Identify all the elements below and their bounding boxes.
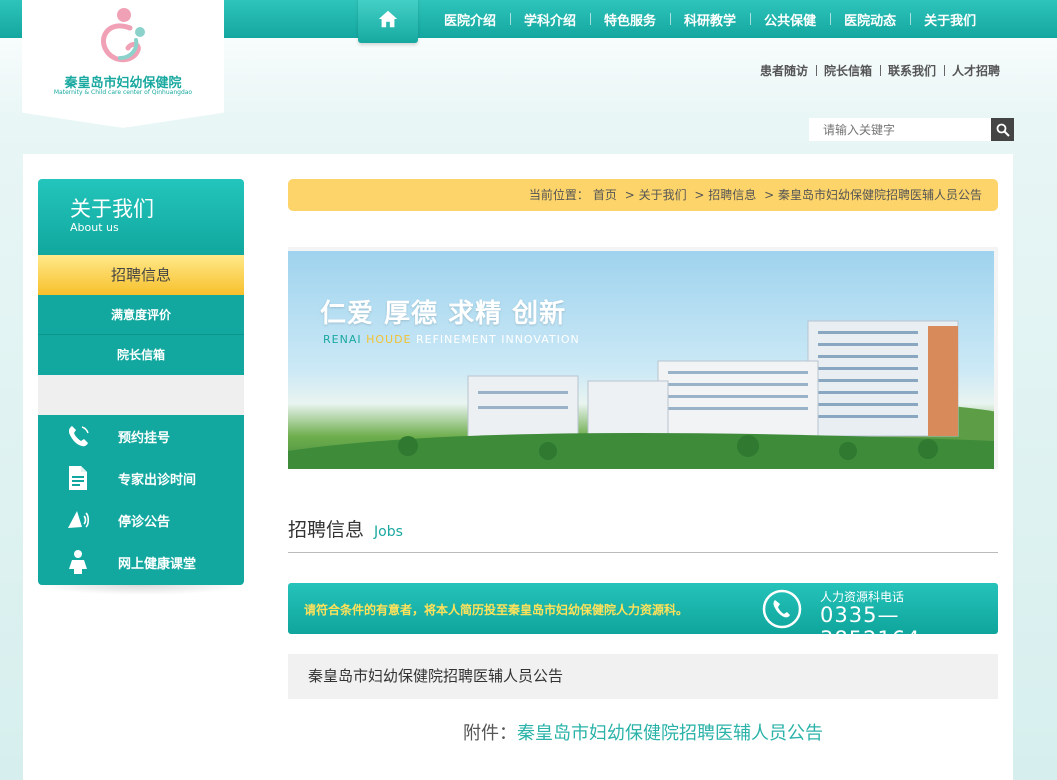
quick-link-expert-schedule[interactable]: 专家出诊时间: [38, 457, 244, 499]
sidebar-header: 关于我们 About us: [38, 179, 244, 255]
banner-image: 仁爱 厚德 求精 创新 RENAI HOUDE REFINEMENT INNOV…: [288, 251, 994, 469]
search-box: [809, 118, 1014, 141]
banner: 仁爱 厚德 求精 创新 RENAI HOUDE REFINEMENT INNOV…: [288, 247, 998, 469]
breadcrumb-prefix: 当前位置：: [528, 188, 589, 202]
quick-link-appointment[interactable]: 预约挂号: [38, 415, 244, 457]
nav-item-departments[interactable]: 学科介绍: [510, 10, 590, 29]
document-icon: [38, 465, 118, 491]
search-input[interactable]: [809, 118, 991, 141]
person-icon: [38, 549, 118, 575]
section-title: 招聘信息 Jobs: [288, 515, 998, 553]
search-button[interactable]: [991, 118, 1014, 141]
phone-icon: [38, 423, 118, 449]
breadcrumb: 当前位置： 首页 > 关于我们 > 招聘信息 > 秦皇岛市妇幼保健院招聘医辅人员公…: [288, 179, 998, 211]
sidebar-divider: [38, 375, 244, 415]
section-title-en: Jobs: [374, 524, 403, 540]
sidebar-item-satisfaction[interactable]: 满意度评价: [38, 295, 244, 335]
attachment-label: 附件：: [463, 723, 517, 744]
hospital-building-illustration: [288, 320, 994, 469]
banner-subtitle: RENAI HOUDE REFINEMENT INNOVATION: [323, 333, 580, 346]
recruitment-notice: 请符合条件的有意者，将本人简历投至秦皇岛市妇幼保健院人力资源科。 人力资源科电话…: [288, 583, 998, 651]
article-title: 秦皇岛市妇幼保健院招聘医辅人员公告: [288, 654, 998, 699]
banner-sub-word: INNOVATION: [501, 333, 580, 346]
breadcrumb-about[interactable]: > 关于我们: [625, 188, 687, 202]
nav-item-services[interactable]: 特色服务: [590, 10, 670, 29]
phone-number: 0335—3852164: [820, 603, 921, 651]
home-button[interactable]: [358, 0, 418, 43]
breadcrumb-current: > 秦皇岛市妇幼保健院招聘医辅人员公告: [764, 188, 982, 202]
nav-item-about[interactable]: 关于我们: [910, 10, 990, 29]
logo-mark-icon: [101, 8, 145, 63]
nav-item-news[interactable]: 医院动态: [830, 10, 910, 29]
breadcrumb-home[interactable]: 首页: [593, 188, 617, 202]
main-nav: 医院介绍 学科介绍 特色服务 科研教学 公共保健 医院动态 关于我们: [358, 0, 990, 43]
megaphone-icon: [38, 507, 118, 533]
nav-item-public-health[interactable]: 公共保健: [750, 10, 830, 29]
sidebar-item-director-mailbox[interactable]: 院长信箱: [38, 335, 244, 375]
banner-title: 仁爱 厚德 求精 创新: [320, 299, 567, 329]
quick-link-label: 网上健康课堂: [118, 556, 197, 572]
section-title-cn: 招聘信息: [288, 519, 365, 541]
link-patient-followup[interactable]: 患者随访: [752, 62, 816, 79]
sidebar-item-recruitment[interactable]: 招聘信息: [38, 255, 244, 295]
logo-text-en: Maternity & Child care center of Qinhuan…: [53, 89, 193, 96]
sidebar-subtitle: About us: [70, 221, 119, 234]
secondary-links: 患者随访 院长信箱 联系我们 人才招聘: [752, 62, 1008, 79]
sidebar-submenu: 满意度评价 院长信箱: [38, 295, 244, 375]
quick-link-health-class[interactable]: 网上健康课堂: [38, 541, 244, 583]
quick-link-label: 专家出诊时间: [118, 472, 197, 488]
quick-link-suspension-notice[interactable]: 停诊公告: [38, 499, 244, 541]
attachment-link[interactable]: 秦皇岛市妇幼保健院招聘医辅人员公告: [517, 723, 823, 744]
search-icon: [996, 123, 1010, 137]
link-director-mailbox[interactable]: 院长信箱: [815, 62, 880, 79]
banner-sub-word: RENAI: [323, 333, 362, 346]
sidebar: 关于我们 About us 招聘信息 满意度评价 院长信箱 预约挂号 专家出诊时…: [38, 179, 244, 595]
sidebar-shadow: [38, 585, 244, 595]
link-recruitment[interactable]: 人才招聘: [943, 62, 1008, 79]
home-icon: [378, 10, 398, 28]
main-panel: 关于我们 About us 招聘信息 满意度评价 院长信箱 预约挂号 专家出诊时…: [23, 154, 1013, 780]
breadcrumb-recruitment[interactable]: > 招聘信息: [694, 188, 756, 202]
quick-links: 预约挂号 专家出诊时间 停诊公告 网上健康课堂: [38, 415, 244, 585]
banner-sub-word: REFINEMENT: [416, 333, 497, 346]
notice-text: 请符合条件的有意者，将本人简历投至秦皇岛市妇幼保健院人力资源科。: [304, 603, 689, 617]
nav-item-hospital-intro[interactable]: 医院介绍: [430, 10, 510, 29]
logo[interactable]: 秦皇岛市妇幼保健院 Maternity & Child care center …: [22, 0, 224, 128]
nav-item-research[interactable]: 科研教学: [670, 10, 750, 29]
attachment: 附件：秦皇岛市妇幼保健院招聘医辅人员公告: [288, 719, 998, 745]
sidebar-title: 关于我们: [70, 197, 154, 221]
link-contact-us[interactable]: 联系我们: [879, 62, 944, 79]
quick-link-label: 停诊公告: [118, 514, 171, 530]
quick-link-label: 预约挂号: [118, 430, 171, 446]
phone-icon: [762, 589, 802, 629]
content-area: 当前位置： 首页 > 关于我们 > 招聘信息 > 秦皇岛市妇幼保健院招聘医辅人员公…: [288, 179, 998, 745]
banner-sub-word: HOUDE: [366, 333, 412, 346]
